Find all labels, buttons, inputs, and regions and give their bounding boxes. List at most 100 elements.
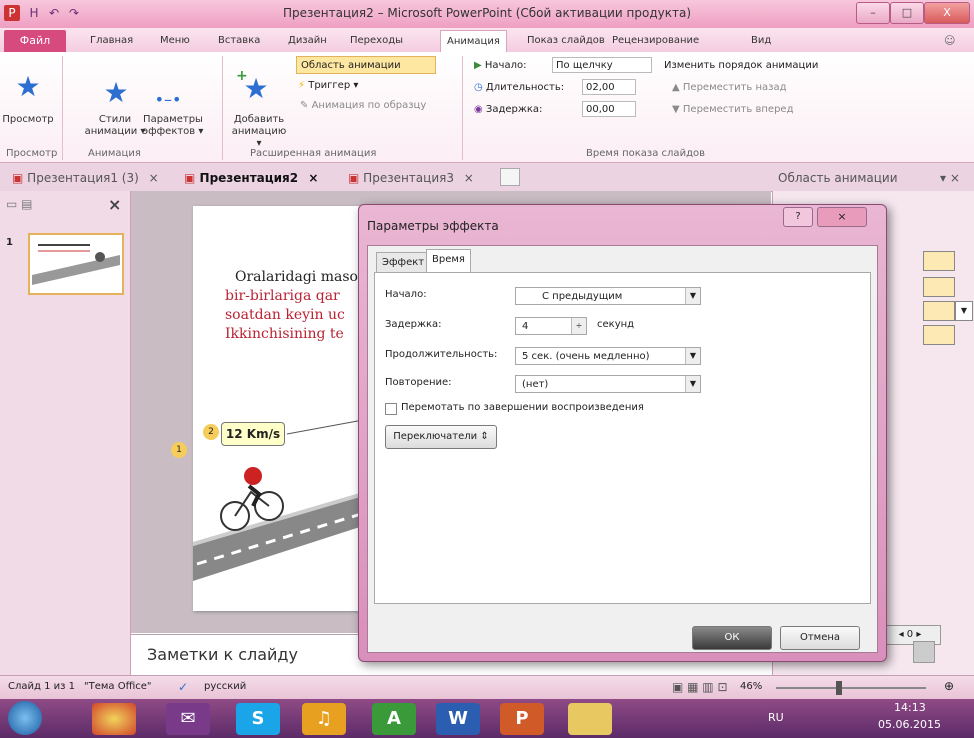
doc-tab-1[interactable]: ▣ Презентация1 (3) × (12, 168, 159, 188)
preview-star-icon[interactable]: ★ (10, 72, 46, 102)
group-label-advanced: Расширенная анимация (250, 148, 377, 159)
animation-painter-button[interactable]: ✎ Анимация по образцу (300, 100, 426, 111)
add-animation-label-2[interactable]: анимацию ▾ (228, 126, 290, 150)
explorer-icon[interactable] (568, 703, 612, 735)
triggers-button[interactable]: Переключатели ⇕ (385, 425, 497, 449)
mail-icon[interactable]: ✉ (166, 703, 210, 735)
animation-list-item[interactable] (923, 301, 955, 321)
skype-icon[interactable]: S (236, 703, 280, 735)
slides-pane: ▭ ▤ × 1 (0, 191, 131, 699)
theme-name[interactable]: "Тема Office" (84, 681, 152, 692)
delay-input[interactable]: 00,00 (582, 101, 636, 117)
chevron-up-down-icon: ⇕ (480, 431, 489, 442)
move-later-button[interactable]: ▼ Переместить вперед (672, 104, 793, 115)
animation-list-item[interactable] (923, 251, 955, 271)
zoom-slider[interactable] (776, 687, 926, 689)
animation-styles-icon[interactable]: ★ (98, 78, 134, 108)
tab-review[interactable]: Рецензирование (612, 32, 699, 50)
view-buttons[interactable]: ▣ ▦ ▥ ⊡ (672, 680, 728, 694)
word-icon[interactable]: W (436, 703, 480, 735)
animation-list-item[interactable] (923, 277, 955, 297)
arrow-down-icon: ▼ (672, 104, 680, 115)
tab-effect[interactable]: Эффект (376, 252, 431, 273)
animation-styles-label-2[interactable]: анимации ▾ (84, 126, 146, 138)
tab-home[interactable]: Главная (90, 32, 133, 50)
tab-file[interactable]: Файл (4, 30, 66, 52)
duration-input[interactable]: 02,00 (582, 79, 636, 95)
duration-select-value: 5 сек. (очень медленно) (522, 351, 650, 362)
slide-text-line-2[interactable]: bir-birlariga qar (225, 287, 340, 306)
doc-tab-3[interactable]: ▣ Презентация3 × (348, 168, 474, 188)
start-dropdown[interactable]: По щелчку (552, 57, 652, 73)
repeat-select-value: (нет) (522, 379, 549, 390)
title-bar: P H ↶ ↷ Презентация2 – Microsoft PowerPo… (0, 0, 974, 28)
dialog-close-button[interactable]: × (817, 207, 867, 227)
move-earlier-button[interactable]: ▲ Переместить назад (672, 82, 787, 93)
slide-number: 1 (6, 237, 13, 248)
play-preview-button[interactable] (913, 641, 935, 663)
slides-view-icon[interactable]: ▭ ▤ (6, 197, 33, 211)
tab-design[interactable]: Дизайн (288, 32, 327, 50)
powerpoint-icon[interactable]: P (500, 703, 544, 735)
doc-tab-2[interactable]: ▣ Презентация2 × (184, 168, 318, 188)
chrome-icon[interactable] (92, 703, 136, 735)
duration-select[interactable]: 5 сек. (очень медленно) ▼ (515, 347, 701, 365)
slide-text-line-3[interactable]: soatdan keyin uc (225, 306, 345, 325)
close-tab-icon[interactable]: × (149, 171, 159, 185)
spellcheck-icon[interactable]: ✓ (178, 680, 188, 694)
effect-params-label-2[interactable]: эффектов ▾ (142, 126, 204, 138)
slide-text-line-1[interactable]: Oralaridagi maso (235, 268, 358, 287)
tab-slideshow[interactable]: Показ слайдов (527, 32, 605, 50)
repeat-field-label: Повторение: (385, 377, 452, 388)
animation-marker-1[interactable]: 1 (171, 442, 187, 458)
language-label[interactable]: русский (204, 681, 246, 692)
animation-list-item[interactable] (923, 325, 955, 345)
music-icon[interactable]: ♫ (302, 703, 346, 735)
ribbon-divider (62, 56, 63, 160)
help-icon[interactable]: ☺ (944, 34, 955, 47)
effect-params-label-1[interactable]: Параметры (142, 114, 204, 126)
tab-menu[interactable]: Меню (160, 32, 190, 50)
ok-button[interactable]: ОК (692, 626, 772, 650)
tab-transitions[interactable]: Переходы (350, 32, 403, 50)
dialog-body: Эффект Время Начало: С предыдущим ▼ Заде… (367, 245, 878, 653)
tab-insert[interactable]: Вставка (218, 32, 260, 50)
delay-input-value: 00,00 (586, 104, 615, 115)
close-pane-icon[interactable]: × (108, 195, 121, 214)
add-animation-label-1[interactable]: Добавить (228, 114, 290, 126)
start-select[interactable]: С предыдущим ▼ (515, 287, 701, 305)
language-indicator[interactable]: RU (768, 711, 784, 724)
trigger-button[interactable]: ⚡ Триггер ▾ (298, 80, 358, 91)
cancel-button[interactable]: Отмена (780, 626, 860, 650)
close-tab-icon[interactable]: × (308, 171, 318, 185)
minimize-button[interactable]: – (856, 2, 890, 24)
slide-thumbnail-image (32, 244, 120, 285)
help-icon[interactable]: ? (783, 207, 813, 227)
start-button[interactable] (8, 701, 42, 735)
tab-timing[interactable]: Время (426, 249, 471, 273)
chevron-down-icon[interactable]: ▼ (955, 301, 973, 321)
pane-dropdown-icon[interactable]: ▾ × (940, 168, 960, 188)
maximize-button[interactable]: □ (890, 2, 924, 24)
reorder-label: Изменить порядок анимации (664, 60, 819, 71)
slide-text-line-4[interactable]: Ikkinchisining te (225, 325, 344, 344)
rewind-checkbox[interactable] (385, 403, 397, 415)
animation-styles-label-1[interactable]: Стили (84, 114, 146, 126)
move-earlier-label: Переместить назад (682, 82, 787, 93)
close-button[interactable]: X (924, 2, 970, 24)
zoom-level[interactable]: 46% (740, 681, 762, 692)
effect-params-icon[interactable]: •–• (148, 90, 188, 109)
preview-button[interactable]: Просмотр (2, 114, 54, 126)
close-tab-icon[interactable]: × (464, 171, 474, 185)
maps-icon[interactable]: A (372, 703, 416, 735)
clock-date: 05.06.2015 (878, 718, 941, 731)
tab-view[interactable]: Вид (751, 32, 771, 50)
repeat-select[interactable]: (нет) ▼ (515, 375, 701, 393)
slide-thumbnail[interactable] (28, 233, 124, 295)
new-tab-button[interactable] (500, 168, 520, 186)
zoom-slider-thumb[interactable] (836, 681, 842, 695)
delay-spinner[interactable]: 4 ÷ (515, 317, 587, 335)
animation-pane-button[interactable]: Область анимации (296, 56, 436, 74)
tab-animations[interactable]: Анимация (440, 30, 507, 53)
fit-slide-icon[interactable]: ⊕ (944, 679, 954, 693)
